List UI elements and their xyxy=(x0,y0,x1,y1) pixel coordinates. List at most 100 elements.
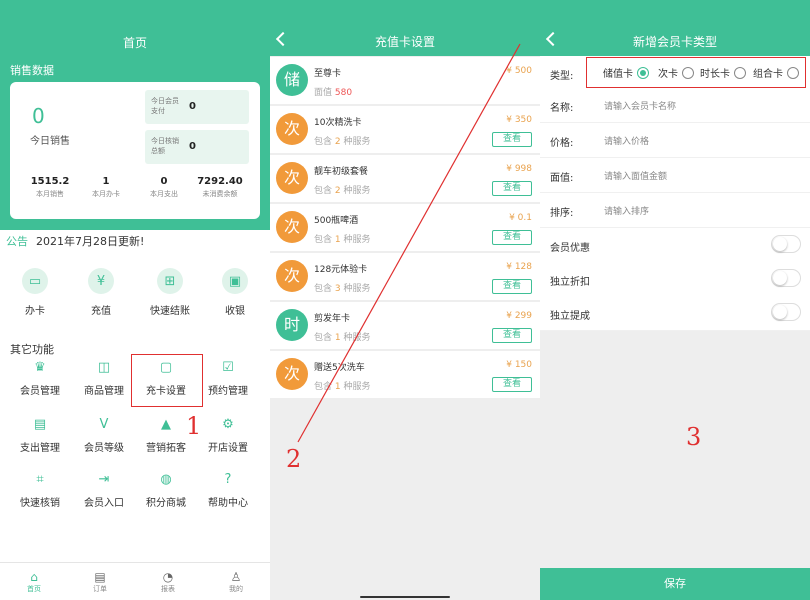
independent-commission-row: 独立提成 xyxy=(540,296,810,331)
grid-quick-verify[interactable]: ⌗ 快速核销 xyxy=(10,472,70,509)
grid-label: 快速核销 xyxy=(20,498,60,509)
grid-help-center[interactable]: ? 帮助中心 xyxy=(198,472,258,509)
other-functions-label: 其它功能 xyxy=(10,343,54,356)
grid-member-level[interactable]: V 会员等级 xyxy=(74,417,134,454)
page-title: 首页 xyxy=(122,36,147,50)
today-verify-total-box: 今日核销总额 0 xyxy=(145,130,249,164)
stat-month-cards: 1 本月办卡 xyxy=(76,176,136,199)
tab-label: 订单 xyxy=(93,585,107,593)
quick-recharge[interactable]: ¥ 充值 xyxy=(76,268,126,317)
quick-checkout[interactable]: ⊞ 快速结账 xyxy=(142,268,198,317)
today-member-pay-value: 0 xyxy=(189,101,196,112)
today-verify-total-value: 0 xyxy=(189,141,196,152)
independent-discount-row: 独立折扣 xyxy=(540,262,810,297)
quick-open-card[interactable]: ▭ 办卡 xyxy=(10,268,60,317)
sales-data-label: 销售数据 xyxy=(10,64,54,77)
nav-bar: 新增会员卡类型 xyxy=(540,0,810,56)
field-label: 面值: xyxy=(550,173,574,184)
stat-label: 本月支出 xyxy=(150,190,178,198)
toggle-label: 独立提成 xyxy=(550,311,590,322)
help-icon: ? xyxy=(224,472,232,487)
shield-v-icon: V xyxy=(99,417,109,432)
pie-chart-icon: ◔ xyxy=(162,570,174,584)
grid-points-mall[interactable]: ◍ 积分商城 xyxy=(136,472,196,509)
grid-store-settings[interactable]: ⚙ 开店设置 xyxy=(198,417,258,454)
tab-reports[interactable]: ◔ 报表 xyxy=(148,570,188,594)
grid-label: 积分商城 xyxy=(146,498,186,509)
tab-home[interactable]: ⌂ 首页 xyxy=(14,570,54,594)
scan-icon: ⌗ xyxy=(36,472,44,487)
grid-label: 商品管理 xyxy=(84,386,124,397)
member-discount-switch[interactable] xyxy=(771,235,801,253)
today-sales-value: 0 xyxy=(32,104,45,128)
name-input[interactable]: 请输入会员卡名称 xyxy=(604,99,676,112)
member-discount-row: 会员优惠 xyxy=(540,228,810,263)
face-value-input[interactable]: 请输入面值金额 xyxy=(604,169,667,182)
stat-label: 未消费余额 xyxy=(202,190,238,198)
notice-text: 2021年7月28日更新! xyxy=(36,235,145,248)
login-icon: ⇥ xyxy=(98,472,110,487)
toggle-label: 独立折扣 xyxy=(550,277,590,288)
notice-bar[interactable]: 公告 2021年7月28日更新! xyxy=(6,233,144,249)
field-label: 排序: xyxy=(550,208,574,219)
grid-label: 会员入口 xyxy=(84,498,124,509)
home-screen: 首页 销售数据 0 今日销售 今日会员支付 0 今日核销总额 0 1515.2 本… xyxy=(0,0,270,600)
today-member-pay-box: 今日会员支付 0 xyxy=(145,90,249,124)
today-member-pay-label: 今日会员支付 xyxy=(151,97,179,115)
stat-value: 7292.40 xyxy=(197,176,243,187)
crown-icon: ♛ xyxy=(34,360,46,375)
price-row[interactable]: 价格: 请输入价格 xyxy=(540,123,810,158)
annotation-number: 1 xyxy=(186,412,202,440)
toggle-label: 会员优惠 xyxy=(550,243,590,254)
save-button[interactable]: 保存 xyxy=(540,568,810,600)
field-label: 价格: xyxy=(550,138,574,149)
quick-label: 办卡 xyxy=(25,306,45,317)
stat-month-sales: 1515.2 本月销售 xyxy=(20,176,80,199)
card-icon: ▭ xyxy=(22,268,48,294)
sort-input[interactable]: 请输入排序 xyxy=(604,204,649,217)
quick-label: 充值 xyxy=(91,306,111,317)
stat-month-expense: 0 本月支出 xyxy=(134,176,194,199)
money-icon: ▤ xyxy=(33,417,47,432)
sales-card: 0 今日销售 今日会员支付 0 今日核销总额 0 1515.2 本月销售 1 本月办… xyxy=(10,82,260,219)
grid-label: 帮助中心 xyxy=(208,498,248,509)
yen-icon: ¥ xyxy=(88,268,114,294)
add-card-type-screen: 新增会员卡类型 类型: 储值卡 次卡 时长卡 组合卡 名称: 请输入会员卡名称 价… xyxy=(540,0,810,600)
card-settings-screen: 充值卡设置 + 储至尊卡面值 580¥ 500次10次精洗卡包含 2 种服务¥ … xyxy=(270,0,540,600)
stat-value: 1515.2 xyxy=(30,176,70,187)
home-icon: ⌂ xyxy=(30,570,38,584)
grid-label: 开店设置 xyxy=(208,443,248,454)
quick-label: 快速结账 xyxy=(150,306,190,317)
grid-expense-management[interactable]: ▤ 支出管理 xyxy=(10,417,70,454)
independent-commission-switch[interactable] xyxy=(771,303,801,321)
stat-label: 本月销售 xyxy=(36,190,64,198)
grid-label: 营销拓客 xyxy=(146,443,186,454)
grid-label: 支出管理 xyxy=(20,443,60,454)
bottom-tab-bar: ⌂ 首页 ▤ 订单 ◔ 报表 ♙ 我的 xyxy=(0,562,270,600)
quick-cashier[interactable]: ▣ 收银 xyxy=(210,268,260,317)
grid-member-entry[interactable]: ⇥ 会员入口 xyxy=(74,472,134,509)
page-title: 新增会员卡类型 xyxy=(632,35,717,49)
grid-member-management[interactable]: ♛ 会员管理 xyxy=(10,360,70,397)
grid-appointment-management[interactable]: ☑ 预约管理 xyxy=(198,360,258,397)
tab-orders[interactable]: ▤ 订单 xyxy=(80,570,120,594)
piggy-icon: ◍ xyxy=(160,472,172,487)
tab-label: 报表 xyxy=(161,585,175,593)
calendar-check-icon: ☑ xyxy=(222,360,234,375)
home-indicator xyxy=(360,596,450,598)
name-row[interactable]: 名称: 请输入会员卡名称 xyxy=(540,88,810,123)
bag-icon: ◫ xyxy=(97,360,111,375)
today-sales-label: 今日销售 xyxy=(30,136,70,147)
tab-label: 首页 xyxy=(27,585,41,593)
grid-label: 会员等级 xyxy=(84,443,124,454)
sort-row[interactable]: 排序: 请输入排序 xyxy=(540,193,810,228)
stat-unspent-balance: 7292.40 未消费余额 xyxy=(190,176,250,199)
grid-product-management[interactable]: ◫ 商品管理 xyxy=(74,360,134,397)
independent-discount-switch[interactable] xyxy=(771,269,801,287)
stat-value: 0 xyxy=(160,176,168,187)
face-value-row[interactable]: 面值: 请输入面值金额 xyxy=(540,158,810,193)
tab-mine[interactable]: ♙ 我的 xyxy=(216,570,256,594)
quick-label: 收银 xyxy=(225,306,245,317)
order-icon: ▤ xyxy=(94,570,106,584)
price-input[interactable]: 请输入价格 xyxy=(604,134,649,147)
